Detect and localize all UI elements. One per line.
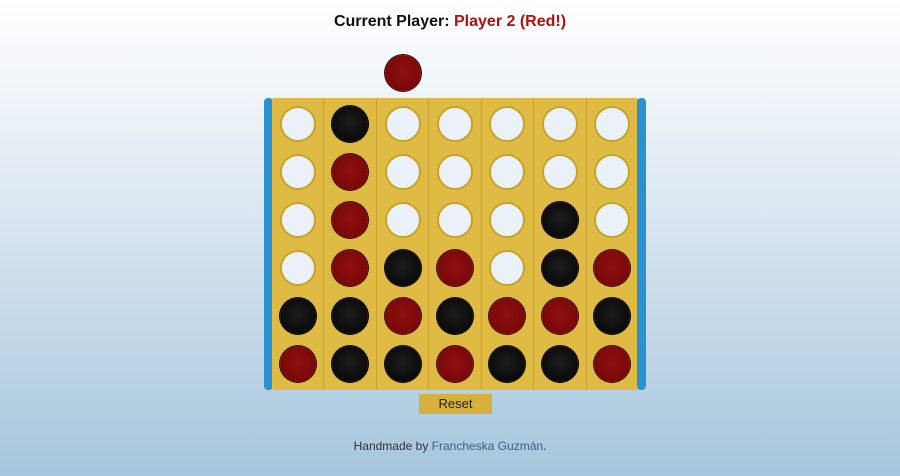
empty-slot [279,106,316,142]
red-disc [332,154,369,190]
board-column-4[interactable] [429,98,482,390]
black-disc [384,346,421,382]
black-disc [489,346,526,382]
hover-disc-red [385,55,421,91]
empty-slot [489,202,526,238]
board-grid [272,98,638,390]
empty-slot [541,154,578,190]
empty-slot [436,154,473,190]
empty-slot [489,250,526,286]
board-column-7[interactable] [587,98,638,390]
board-column-5[interactable] [482,98,535,390]
black-disc [541,202,578,238]
empty-slot [489,106,526,142]
empty-slot [384,202,421,238]
black-disc [279,298,316,334]
board-column-2[interactable] [324,98,377,390]
red-disc [594,346,631,382]
empty-slot [594,202,631,238]
empty-slot [436,106,473,142]
empty-slot [279,250,316,286]
footer-prefix: Handmade by [353,439,432,453]
board-column-3[interactable] [377,98,430,390]
red-disc [489,298,526,334]
red-disc [541,298,578,334]
empty-slot [594,106,631,142]
empty-slot [541,106,578,142]
board-column-6[interactable] [534,98,587,390]
empty-slot [384,154,421,190]
red-disc [594,250,631,286]
empty-slot [279,154,316,190]
empty-slot [436,202,473,238]
empty-slot [384,106,421,142]
red-disc [436,346,473,382]
red-disc [436,250,473,286]
black-disc [332,298,369,334]
current-player-name: Player 2 (Red!) [454,13,567,30]
empty-slot [489,154,526,190]
current-player-label: Current Player: [333,13,450,30]
red-disc [384,298,421,334]
footer-credit: Handmade by Francheska Guzmán. [0,439,900,453]
black-disc [332,346,369,382]
black-disc [594,298,631,334]
board-right-rail [637,98,646,390]
game-board [264,98,646,390]
red-disc [332,250,369,286]
current-player-status: Current Player: Player 2 (Red!) [0,13,900,31]
red-disc [332,202,369,238]
empty-slot [279,202,316,238]
reset-button[interactable]: Reset [419,394,492,414]
footer-suffix: . [543,439,547,453]
black-disc [384,250,421,286]
black-disc [332,106,369,142]
black-disc [541,346,578,382]
red-disc [279,346,316,382]
empty-slot [594,154,631,190]
author-link[interactable]: Francheska Guzmán [432,439,543,453]
black-disc [541,250,578,286]
board-column-1[interactable] [272,98,325,390]
black-disc [436,298,473,334]
